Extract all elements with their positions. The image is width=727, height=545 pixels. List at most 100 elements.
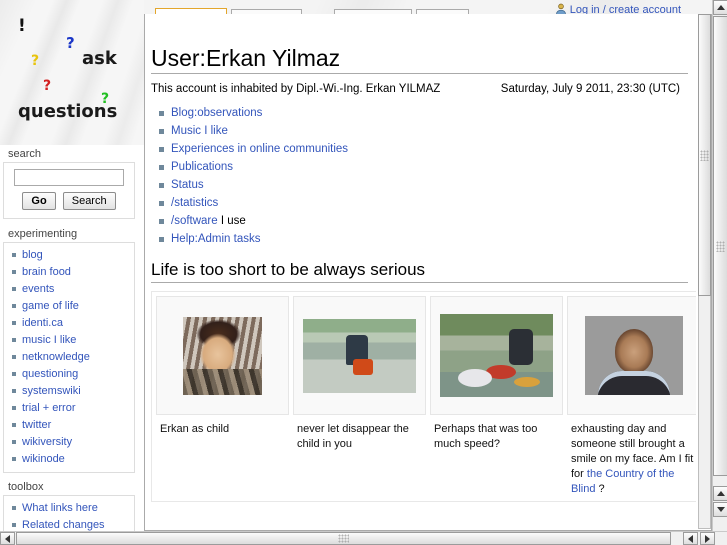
horizontal-scrollbar[interactable] [0,531,727,545]
chevron-down-icon [716,507,725,512]
gallery-caption-text: Erkan as child [160,423,230,435]
hscroll-thumb[interactable] [16,532,671,545]
sidebar-item-label[interactable]: netknowledge [22,351,90,363]
sidebar-item[interactable]: identi.ca [4,315,134,332]
content-column: user pagediscussionview sourcehistory Lo… [144,0,712,531]
scroll-up-button[interactable] [713,0,727,15]
user-links-list: Blog:observations Music I like Experiences… [151,104,688,248]
content-link-suffix: I use [217,215,246,227]
search-portlet: search Go Search [0,148,139,219]
sidebar-item-label[interactable]: What links here [22,502,98,514]
scroll-left-button[interactable] [0,532,15,545]
search-submit-button[interactable]: Search [62,192,116,210]
sidebar-item[interactable]: twitter [4,417,134,434]
sidebar-item-label[interactable]: game of life [22,300,79,312]
sidebar-item[interactable]: What links here [4,500,134,517]
inner-vertical-scrollbar[interactable] [698,14,711,529]
logo-question-yellow: ? [31,53,40,69]
content-link[interactable]: Help:Admin tasks [171,233,260,245]
scroll-left-button-secondary[interactable] [683,532,698,545]
gallery-caption-text: Perhaps that was too much speed? [434,423,538,450]
gallery-caption-link[interactable]: the Country of the Blind [571,468,674,495]
scroll-down-button-upper[interactable] [713,486,727,501]
gallery-caption: exhausting day and someone still brought… [567,415,696,497]
sidebar-item-label[interactable]: brain food [22,266,71,278]
browser-viewport: ! ? ? ask ? ? questions search Go Search [0,0,727,545]
inner-vscroll-thumb[interactable] [698,14,711,296]
logo-question-blue: ? [66,34,75,52]
site-logo[interactable]: ! ? ? ask ? ? questions [0,0,144,145]
search-portlet-title: search [8,148,42,160]
search-input[interactable] [14,169,124,186]
inner-vscroll-grip [700,149,709,161]
gallery-thumbnail[interactable] [430,296,563,415]
list-item: Status [151,176,688,194]
content-link[interactable]: Experiences in online communities [171,143,348,155]
toolbox-list: What links here Related changes [4,500,134,531]
sidebar-item-label[interactable]: systemswiki [22,385,81,397]
logo-question-red: ? [43,78,52,94]
sidebar-item[interactable]: wikinode [4,451,134,468]
sidebar-item[interactable]: trial + error [4,400,134,417]
content-frame: User:Erkan Yilmaz This account is inhabi… [144,14,712,531]
list-item: /statistics [151,194,688,212]
sidebar-item-label[interactable]: questioning [22,368,78,380]
scroll-right-button[interactable] [700,532,715,545]
content-link[interactable]: Status [171,179,204,191]
content-link[interactable]: /statistics [171,197,218,209]
toolbox-portlet: toolbox What links here Related changes [0,481,139,531]
gallery-item: Erkan as child [156,296,289,497]
sidebar-item[interactable]: game of life [4,298,134,315]
gallery-item: never let disappear the child in you [293,296,426,497]
content-link[interactable]: Music I like [171,125,228,137]
gallery-caption: Erkan as child [156,415,289,437]
sidebar-item[interactable]: blog [4,247,134,264]
gallery-thumbnail[interactable] [293,296,426,415]
search-go-button[interactable]: Go [22,192,56,210]
gallery-caption-text: never let disappear the child in you [297,423,409,450]
experimenting-portlet: experimenting blog brain food events game o… [0,228,139,473]
chevron-left-icon [5,534,10,543]
sidebar-item-label[interactable]: events [22,283,54,295]
sidebar-item-label[interactable]: identi.ca [22,317,63,329]
sidebar-item-label[interactable]: twitter [22,419,51,431]
gallery-item: Perhaps that was too much speed? [430,296,563,497]
search-portlet-body: Go Search [3,162,135,219]
sidebar-item-label[interactable]: music I like [22,334,76,346]
list-item: Music I like [151,122,688,140]
sidebar-item-label[interactable]: wikinode [22,453,65,465]
scroll-down-button[interactable] [713,502,727,517]
sidebar-item-label[interactable]: trial + error [22,402,76,414]
content-link[interactable]: /software [171,215,218,227]
photo-image [183,316,262,395]
toolbox-portlet-title: toolbox [8,481,44,493]
gallery-thumbnail[interactable] [567,296,696,415]
body-content: User:Erkan Yilmaz This account is inhabi… [145,45,696,530]
intro-row: This account is inhabited by Dipl.-Wi.-I… [151,83,688,97]
sidebar-item-label[interactable]: wikiversity [22,436,72,448]
content-link[interactable]: Blog:observations [171,107,262,119]
vscroll-thumb[interactable] [713,16,727,476]
sidebar-item[interactable]: questioning [4,366,134,383]
vertical-scrollbar[interactable] [712,0,727,531]
timestamp: Saturday, July 9 2011, 23:30 (UTC) [500,83,680,95]
sidebar-item[interactable]: Related changes [4,517,134,531]
sidebar-item[interactable]: wikiversity [4,434,134,451]
sidebar-item-label[interactable]: blog [22,249,43,261]
sidebar-item[interactable]: music I like [4,332,134,349]
experimenting-portlet-title: experimenting [8,228,78,240]
sidebar-item[interactable]: events [4,281,134,298]
search-buttons: Go Search [4,192,134,210]
hscroll-grip [338,534,349,543]
sidebar: ! ? ? ask ? ? questions search Go Search [0,0,144,531]
wiki-page: ! ? ? ask ? ? questions search Go Search [0,0,712,531]
list-item: /software I use [151,212,688,230]
gallery-thumbnail[interactable] [156,296,289,415]
content-link[interactable]: Publications [171,161,233,173]
sidebar-item[interactable]: netknowledge [4,349,134,366]
logo-word-ask: ask [82,48,117,69]
sidebar-item[interactable]: systemswiki [4,383,134,400]
sidebar-item[interactable]: brain food [4,264,134,281]
chevron-right-icon [705,534,710,543]
sidebar-item-label[interactable]: Related changes [22,519,105,531]
